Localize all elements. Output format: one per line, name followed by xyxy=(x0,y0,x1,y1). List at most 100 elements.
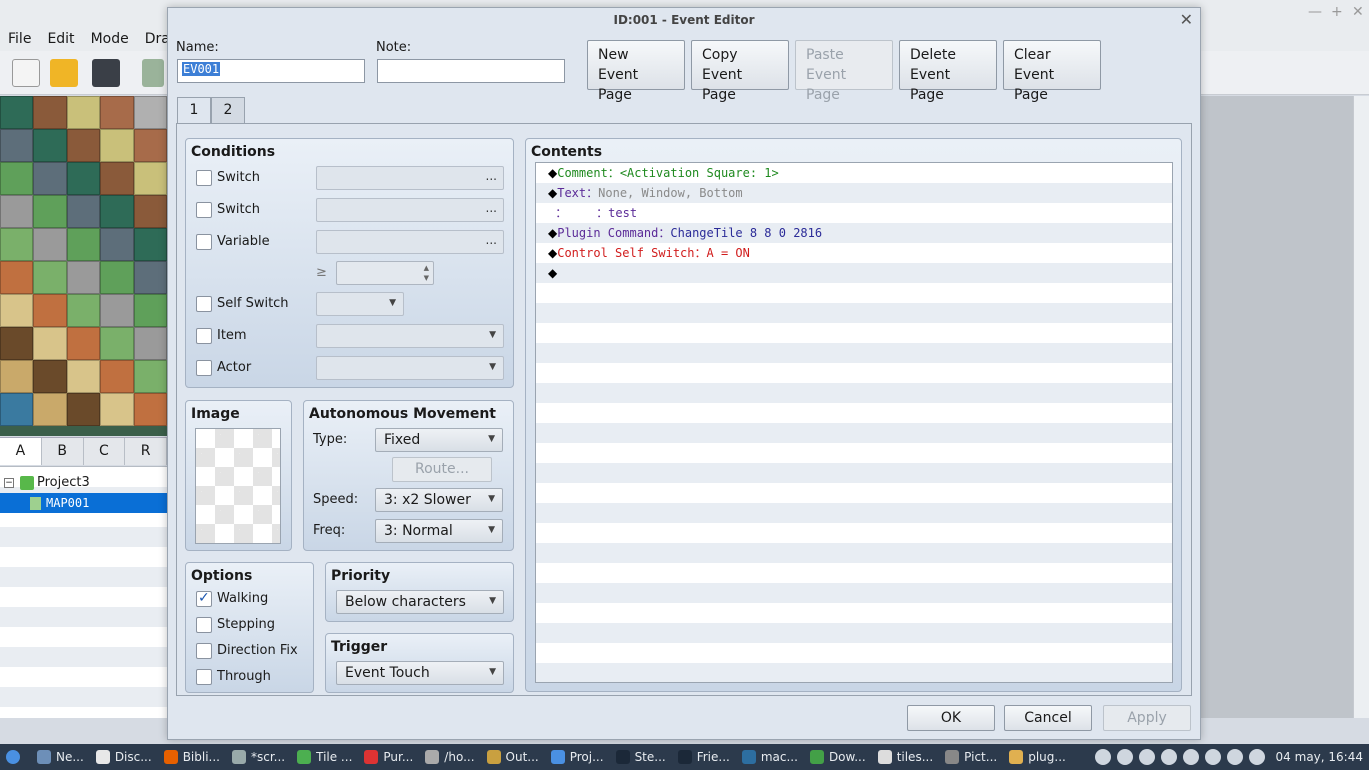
tile-swatch[interactable] xyxy=(33,228,67,261)
tile-swatch[interactable] xyxy=(66,195,101,228)
taskbar-item[interactable]: Bibli... xyxy=(158,744,226,770)
tile-swatch[interactable] xyxy=(0,228,34,261)
taskbar-item[interactable]: plug... xyxy=(1003,744,1072,770)
taskbar-item[interactable]: Frie... xyxy=(672,744,736,770)
spin-down-icon[interactable]: ▼ xyxy=(424,274,429,282)
tile-swatch[interactable] xyxy=(133,96,167,129)
taskbar-item[interactable]: Tile ... xyxy=(291,744,358,770)
actor-dropdown[interactable]: ▼ xyxy=(316,356,504,380)
variable-value-spinbox[interactable]: ▲ ▼ xyxy=(336,261,434,285)
tile-swatch[interactable] xyxy=(133,327,167,360)
tile-swatch[interactable] xyxy=(0,195,34,228)
tile-swatch[interactable] xyxy=(100,360,134,393)
tile-swatch[interactable] xyxy=(0,162,34,195)
tile-swatch[interactable] xyxy=(133,228,167,261)
volume-icon[interactable] xyxy=(1248,749,1265,765)
taskbar-item[interactable]: Pict... xyxy=(939,744,1003,770)
actor-checkbox[interactable] xyxy=(196,360,212,376)
tile-swatch[interactable] xyxy=(133,195,167,228)
tile-swatch[interactable] xyxy=(0,294,34,327)
name-input[interactable]: EV001 xyxy=(177,59,365,83)
menu-mode[interactable]: Mode xyxy=(83,31,137,47)
tile-swatch[interactable] xyxy=(66,393,101,426)
tile-swatch[interactable] xyxy=(66,327,101,360)
close-icon[interactable]: ✕ xyxy=(1352,4,1364,20)
tile-swatch[interactable] xyxy=(33,360,67,393)
switch2-selector[interactable]: ... xyxy=(316,198,504,222)
tile-swatch[interactable] xyxy=(100,195,134,228)
taskbar-item[interactable]: /ho... xyxy=(419,744,480,770)
tileset-palette[interactable] xyxy=(0,96,167,436)
new-event-page-button[interactable]: New Event Page xyxy=(587,40,685,103)
event-image-preview[interactable] xyxy=(195,428,281,544)
cancel-button[interactable]: Cancel xyxy=(1004,705,1092,731)
tile-swatch[interactable] xyxy=(66,129,101,162)
tile-swatch[interactable] xyxy=(100,162,134,195)
tile-swatch[interactable] xyxy=(100,261,134,294)
tile-swatch[interactable] xyxy=(33,261,67,294)
collapse-icon[interactable]: − xyxy=(4,478,14,488)
apply-button[interactable]: Apply xyxy=(1103,705,1191,731)
delete-event-page-button[interactable]: Delete Event Page xyxy=(899,40,997,103)
tile-swatch[interactable] xyxy=(133,129,167,162)
paste-event-page-button[interactable]: Paste Event Page xyxy=(795,40,893,103)
start-menu-icon[interactable] xyxy=(0,744,31,770)
item-dropdown[interactable]: ▼ xyxy=(316,324,504,348)
variable-selector[interactable]: ... xyxy=(316,230,504,254)
tile-swatch[interactable] xyxy=(33,162,67,195)
event-command-row[interactable]: ◆Control Self Switch：A = ON xyxy=(536,243,750,263)
taskbar-item[interactable]: Dow... xyxy=(804,744,872,770)
tile-swatch[interactable] xyxy=(33,129,67,162)
tile-swatch[interactable] xyxy=(100,393,134,426)
walking-checkbox[interactable] xyxy=(196,590,212,607)
event-command-row[interactable]: ◆Plugin Command：ChangeTile 8 8 0 2816 xyxy=(536,223,822,243)
switch1-checkbox[interactable] xyxy=(196,170,212,186)
tileset-tab-a[interactable]: A xyxy=(0,438,42,465)
tile-swatch[interactable] xyxy=(133,162,167,195)
taskbar-item[interactable]: Ne... xyxy=(31,744,90,770)
switch1-selector[interactable]: ... xyxy=(316,166,504,190)
tree-item-project[interactable]: − Project3 xyxy=(4,473,90,493)
event-command-list[interactable]: ◆Comment：<Activation Square: 1> ◆Text：Non… xyxy=(535,162,1173,683)
item-checkbox[interactable] xyxy=(196,328,212,344)
copy-event-page-button[interactable]: Copy Event Page xyxy=(691,40,789,103)
tile-swatch[interactable] xyxy=(66,294,101,327)
taskbar-item[interactable]: Pur... xyxy=(358,744,419,770)
taskbar-item[interactable]: tiles... xyxy=(872,744,939,770)
note-input[interactable] xyxy=(377,59,565,83)
route-button[interactable]: Route... xyxy=(392,457,492,482)
maximize-icon[interactable]: + xyxy=(1331,4,1343,20)
tile-swatch[interactable] xyxy=(0,129,34,162)
trigger-dropdown[interactable]: Event Touch ▼ xyxy=(336,661,504,685)
tile-swatch[interactable] xyxy=(0,360,34,393)
close-icon[interactable]: ✕ xyxy=(1180,10,1193,29)
save-project-icon[interactable] xyxy=(92,59,120,87)
tile-swatch[interactable] xyxy=(100,294,134,327)
movement-type-dropdown[interactable]: Fixed ▼ xyxy=(375,428,503,452)
tileset-tab-c[interactable]: C xyxy=(84,438,126,465)
browser-icon[interactable] xyxy=(1160,749,1177,765)
tile-swatch[interactable] xyxy=(33,96,67,129)
stepping-checkbox[interactable] xyxy=(196,617,212,633)
tileset-tab-r[interactable]: R xyxy=(125,438,167,465)
tile-swatch[interactable] xyxy=(66,228,101,261)
power-icon[interactable] xyxy=(1226,749,1243,765)
taskbar-item[interactable]: Proj... xyxy=(545,744,610,770)
ok-button[interactable]: OK xyxy=(907,705,995,731)
tile-swatch[interactable] xyxy=(33,393,67,426)
open-project-icon[interactable] xyxy=(50,59,78,87)
tile-swatch[interactable] xyxy=(33,327,67,360)
map-scrollbar[interactable] xyxy=(1353,96,1369,718)
tile-swatch[interactable] xyxy=(33,294,67,327)
cut-icon[interactable] xyxy=(142,59,164,87)
event-command-row[interactable]: ◆ xyxy=(536,263,557,283)
taskbar-item[interactable]: *scr... xyxy=(226,744,291,770)
clear-event-page-button[interactable]: Clear Event Page xyxy=(1003,40,1101,103)
tile-swatch[interactable] xyxy=(100,96,134,129)
clock[interactable]: 04 may, 16:44 xyxy=(1276,750,1363,764)
movement-speed-dropdown[interactable]: 3: x2 Slower ▼ xyxy=(375,488,503,512)
tile-swatch[interactable] xyxy=(0,261,34,294)
notification-icon[interactable] xyxy=(1094,749,1111,765)
tab-page-1[interactable]: 1 xyxy=(177,97,211,124)
movement-freq-dropdown[interactable]: 3: Normal ▼ xyxy=(375,519,503,543)
